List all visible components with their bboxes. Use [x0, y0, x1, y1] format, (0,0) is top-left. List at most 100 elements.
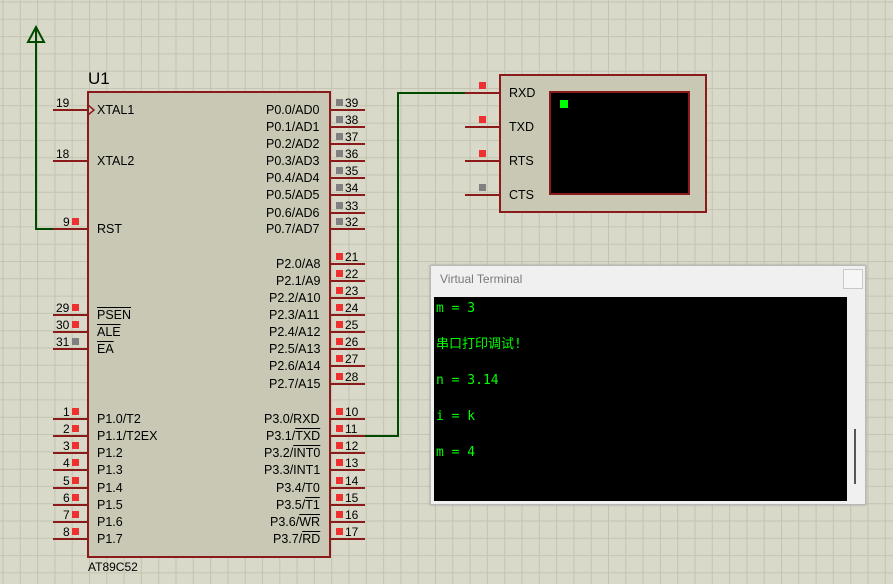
pin-number: 24: [345, 301, 359, 315]
pin-state-marker: [336, 287, 343, 294]
pin-label-text: P3.3/INT1: [264, 463, 321, 477]
pin-label: XTAL1: [97, 103, 135, 117]
pin-state-marker: [72, 459, 79, 466]
pin-label-text: P0.1/AD1: [266, 120, 320, 134]
pin-state-marker: [72, 338, 79, 345]
pin-label: P3.3/INT1: [264, 463, 320, 477]
pin-number: 25: [345, 318, 359, 332]
pin-number: 33: [345, 199, 359, 213]
pin-state-marker: [336, 511, 343, 518]
pin-label-text: P2.1/A9: [276, 274, 321, 288]
virtual-terminal-window[interactable]: Virtual Terminal m = 3 串口打印调试! n = 3.14 i =…: [430, 265, 866, 505]
pin-label-text: P0.3/AD3: [266, 154, 320, 168]
pin-label: P0.3/AD3: [266, 154, 320, 168]
pin-state-marker: [336, 253, 343, 260]
pin-label: P0.6/AD6: [266, 206, 320, 220]
virtual-terminal-title: Virtual Terminal: [440, 272, 523, 286]
pin-number: 18: [56, 147, 70, 161]
pin-state-marker: [336, 355, 343, 362]
pin-number: 1: [63, 405, 70, 419]
pin-state-marker: [72, 442, 79, 449]
pin-label-text: P3.5/: [276, 498, 306, 512]
pin-label: EA: [97, 342, 114, 356]
pin-number: 37: [345, 130, 359, 144]
virtual-terminal-output[interactable]: m = 3 串口打印调试! n = 3.14 i = k m = 4: [434, 297, 847, 501]
pin-label: P3.5/T1: [276, 498, 320, 512]
pin-label: RST: [97, 222, 122, 236]
terminal-pin-lines: [465, 92, 500, 196]
pin-label: P1.0/T2: [97, 412, 141, 426]
terminal-output-line: m = 4: [436, 445, 476, 460]
pin-label: P1.1/T2EX: [97, 429, 158, 443]
pin-number: 6: [63, 491, 70, 505]
pin-number: 5: [63, 474, 70, 488]
pin-number: 23: [345, 284, 359, 298]
pin-label-text: P3.4/T0: [276, 481, 320, 495]
terminal-cursor: [560, 100, 568, 108]
chip-part-number: AT89C52: [88, 560, 138, 574]
pin-number: 28: [345, 370, 359, 384]
pin-number: 16: [345, 508, 359, 522]
pin-label: P0.1/AD1: [266, 120, 320, 134]
pin-label: P0.7/AD7: [266, 222, 320, 236]
pin-label-text: P0.2/AD2: [266, 137, 320, 151]
pin-state-marker: [479, 116, 486, 123]
vertical-scrollbar[interactable]: [849, 297, 862, 501]
pin-label: P2.2/A10: [269, 291, 320, 305]
pin-state-marker: [336, 150, 343, 157]
pin-number: 9: [63, 215, 70, 229]
rst-wire[interactable]: [35, 40, 53, 230]
pin-label-text: P0.6/AD6: [266, 206, 320, 220]
pin-number: 13: [345, 456, 359, 470]
pin-label-text: P3.0/RXD: [264, 412, 320, 426]
pin-label-text: P3.2/: [264, 446, 294, 460]
pin-state-marker: [336, 459, 343, 466]
pin-state-marker: [479, 150, 486, 157]
pin-label: P2.7/A15: [269, 377, 320, 391]
pin-number: 12: [345, 439, 359, 453]
scrollbar-thumb[interactable]: [854, 429, 856, 484]
power-terminal-icon[interactable]: [26, 24, 46, 43]
pin-state-marker: [72, 477, 79, 484]
pin-number: 27: [345, 352, 359, 366]
pin-number: 38: [345, 113, 359, 127]
pin-number: 29: [56, 301, 70, 315]
pin-state-marker: [479, 82, 486, 89]
pin-state-marker: [336, 494, 343, 501]
pin-state-marker: [336, 218, 343, 225]
pin-label-text: P2.7/A15: [269, 377, 321, 391]
pin-label: P1.4: [97, 481, 123, 495]
pin-label-overline: INT0: [293, 446, 321, 460]
pin-state-marker: [336, 321, 343, 328]
terminal-pin-label: CTS: [509, 188, 534, 202]
terminal-output-line: n = 3.14: [436, 373, 499, 388]
pin-state-marker: [336, 99, 343, 106]
pin-label-overline: RD: [302, 532, 321, 546]
pin-label-text: P3.7/: [273, 532, 303, 546]
pin-number: 7: [63, 508, 70, 522]
pin-label-overline: WR: [299, 515, 321, 529]
pin-state-marker: [336, 477, 343, 484]
pin-label: P3.6/WR: [270, 515, 320, 529]
terminal-pin-label: RTS: [509, 154, 534, 168]
pin-state-marker: [336, 373, 343, 380]
pin-state-marker: [72, 218, 79, 225]
pin-label: P1.3: [97, 463, 123, 477]
pin-number: 22: [345, 267, 359, 281]
pin-number: 14: [345, 474, 359, 488]
pin-number: 36: [345, 147, 359, 161]
pin-label: ALE: [97, 325, 121, 339]
pin-label: P1.5: [97, 498, 123, 512]
pin-number: 32: [345, 215, 359, 229]
pin-label: P3.2/INT0: [264, 446, 320, 460]
pin-label: P2.0/A8: [276, 257, 320, 271]
pin-label: P0.5/AD5: [266, 188, 320, 202]
pin-number: 3: [63, 439, 70, 453]
pin-label-text: P3.1/: [266, 429, 296, 443]
terminal-pin-label: RXD: [509, 86, 536, 100]
pin-label: P3.4/T0: [276, 481, 320, 495]
chip-ref: U1: [88, 69, 110, 88]
pin-state-marker: [72, 304, 79, 311]
maximize-button[interactable]: [843, 269, 863, 289]
pin-label: P2.5/A13: [269, 342, 320, 356]
